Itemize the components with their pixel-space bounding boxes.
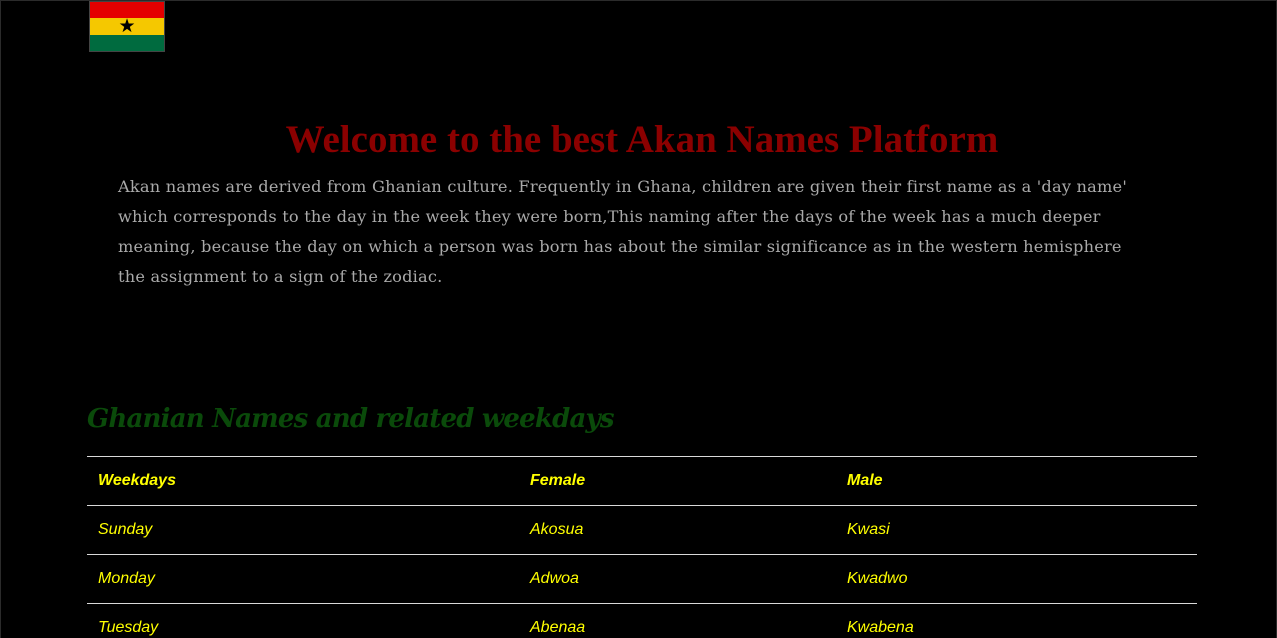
star-icon: ★	[118, 14, 136, 37]
female-name-cell: Adwoa	[519, 554, 836, 604]
male-name-cell: Kwasi	[836, 505, 1197, 555]
header-female: Female	[519, 456, 836, 506]
female-name-cell: Akosua	[519, 505, 836, 555]
flag-green-stripe	[90, 34, 164, 51]
header-weekdays: Weekdays	[87, 456, 519, 506]
female-name-cell: Abenaa	[519, 603, 836, 638]
page: ★ Welcome to the best Akan Names Platfor…	[0, 0, 1277, 638]
table-row: Sunday Akosua Kwasi	[87, 505, 1197, 555]
page-title: Welcome to the best Akan Names Platform	[285, 118, 999, 161]
male-name-cell: Kwabena	[836, 603, 1197, 638]
intro-paragraph: Akan names are derived from Ghanian cult…	[118, 177, 1127, 286]
weekday-cell: Monday	[87, 554, 519, 604]
names-section-title: Ghanian Names and related weekdays	[87, 404, 614, 434]
table-row: Tuesday Abenaa Kwabena	[87, 603, 1197, 638]
header-male: Male	[836, 456, 1197, 506]
weekday-cell: Tuesday	[87, 603, 519, 638]
ghana-flag-icon: ★	[89, 1, 165, 52]
table-header-row: Weekdays Female Male	[87, 456, 1197, 506]
weekday-cell: Sunday	[87, 505, 519, 555]
table-row: Monday Adwoa Kwadwo	[87, 554, 1197, 604]
male-name-cell: Kwadwo	[836, 554, 1197, 604]
names-table: Weekdays Female Male Sunday Akosua Kwasi…	[87, 456, 1197, 638]
